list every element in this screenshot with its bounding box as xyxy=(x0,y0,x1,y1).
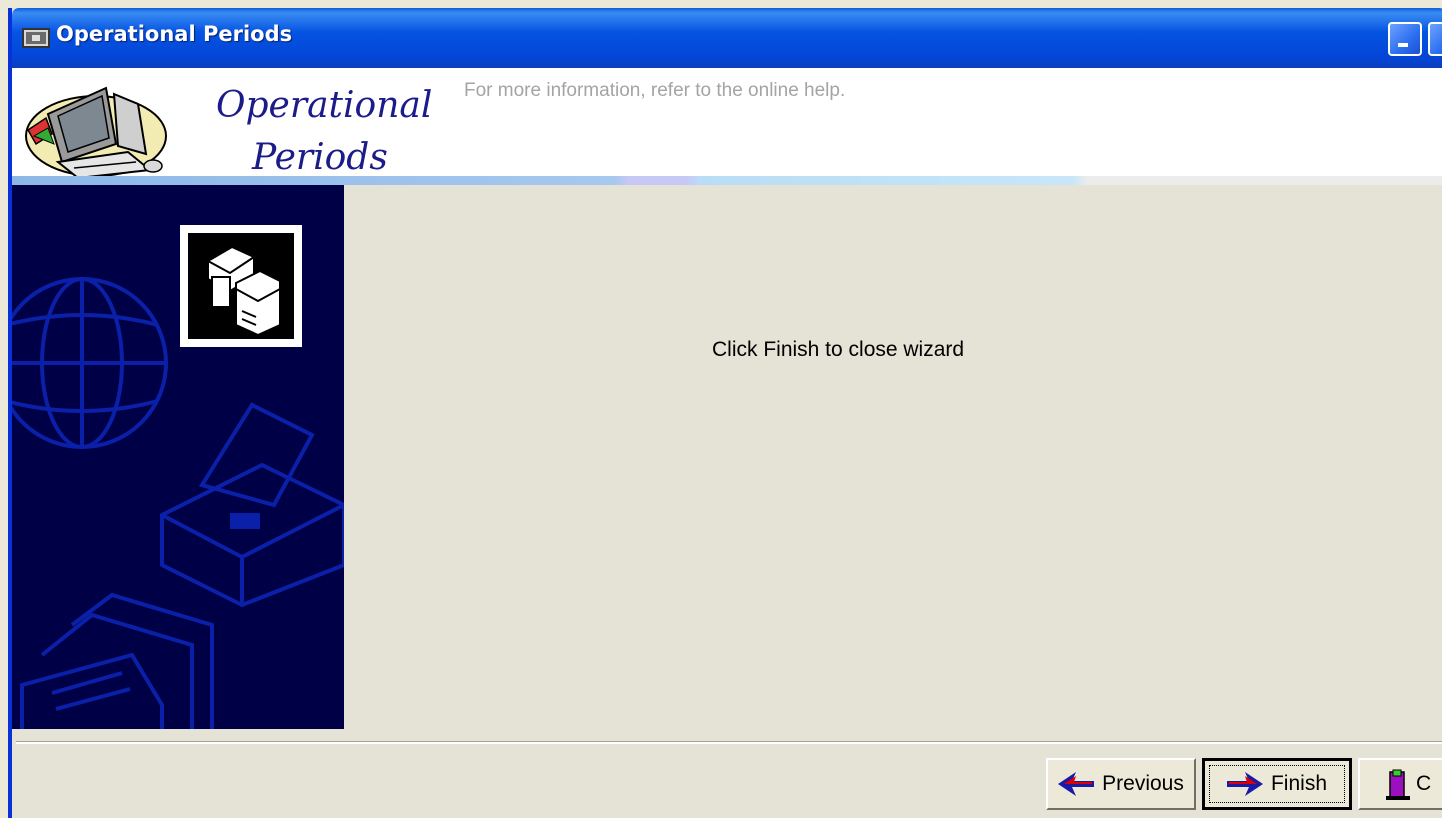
close-label: C xyxy=(1416,772,1432,795)
title-bar[interactable]: Operational Periods xyxy=(12,8,1442,68)
wizard-window: Operational Periods Operational Periods … xyxy=(8,8,1442,818)
minimize-button[interactable] xyxy=(1388,22,1422,56)
computer-logo-icon xyxy=(25,86,167,180)
previous-label: Previous xyxy=(1102,772,1184,795)
wizard-header: Operational Periods For more information… xyxy=(12,68,1442,184)
help-hint: For more information, refer to the onlin… xyxy=(464,80,846,101)
arrow-left-icon xyxy=(1058,772,1095,796)
maximize-button[interactable] xyxy=(1428,22,1442,56)
previous-button[interactable]: Previous xyxy=(1046,758,1196,810)
header-stripe xyxy=(12,176,1442,185)
minimize-icon xyxy=(1398,43,1408,47)
focus-rect xyxy=(1209,765,1345,803)
door-exit-icon xyxy=(1386,769,1410,800)
wizard-sidebar xyxy=(12,185,344,729)
app-window-icon xyxy=(22,28,50,48)
servers-frame xyxy=(180,225,302,347)
close-button[interactable]: C xyxy=(1358,758,1442,810)
window-title: Operational Periods xyxy=(56,22,293,46)
header-title-line1: Operational xyxy=(216,85,433,126)
servers-icon xyxy=(188,233,294,339)
footer-separator xyxy=(16,741,1442,744)
finish-message: Click Finish to close wizard xyxy=(712,338,965,361)
finish-button[interactable]: Finish xyxy=(1202,758,1352,810)
